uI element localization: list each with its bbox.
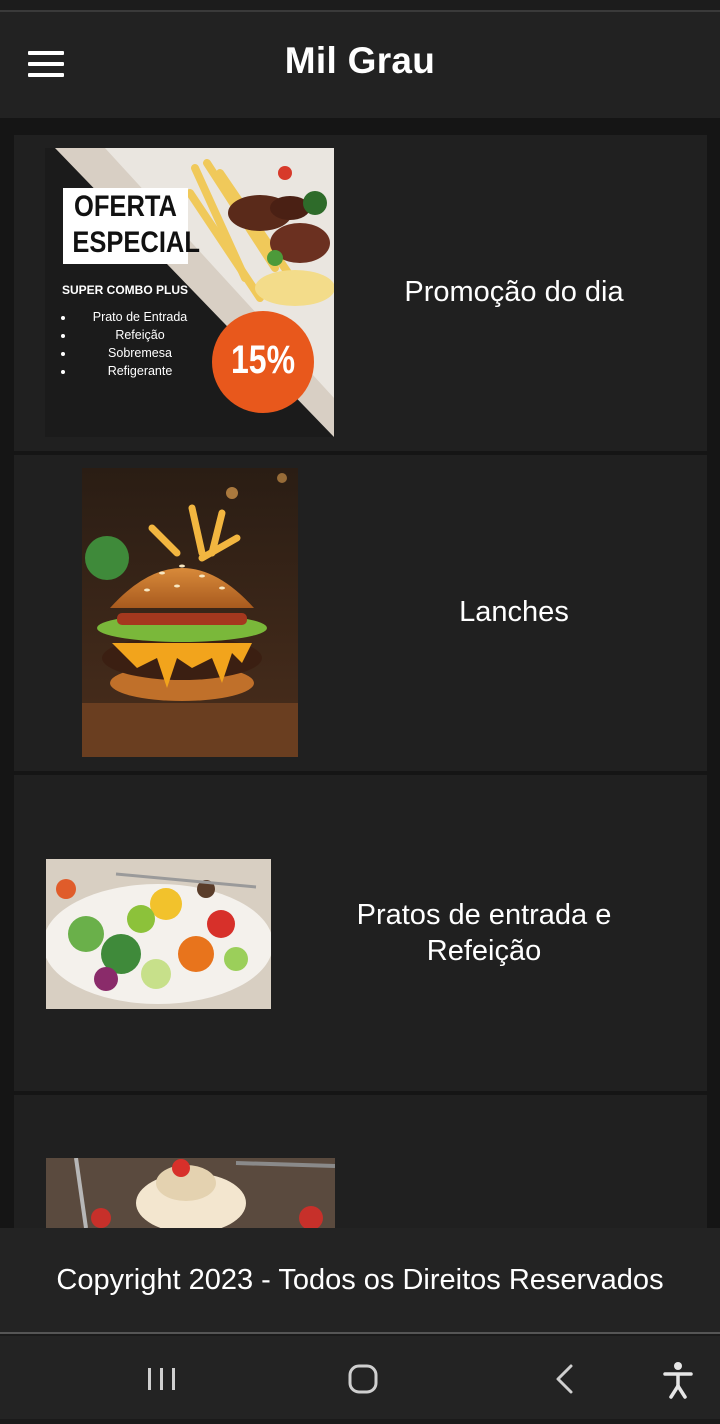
category-label: Lanches	[459, 596, 569, 628]
home-icon[interactable]	[318, 1336, 408, 1419]
status-bar	[0, 0, 720, 12]
category-label: Promoção do dia	[404, 276, 624, 308]
promo-item: Refigerante	[75, 362, 205, 380]
promo-discount: 15%	[230, 338, 296, 382]
promo-image: OFERTA ESPECIAL SUPER COMBO PLUS Prato d…	[45, 148, 334, 437]
copyright-text: Copyright 2023 - Todos os Direitos Reser…	[56, 1264, 664, 1296]
promo-subtitle: SUPER COMBO PLUS	[61, 283, 188, 297]
dessert-image	[46, 1158, 335, 1228]
promo-item: Prato de Entrada	[75, 308, 205, 326]
dessert-illustration	[46, 1158, 335, 1228]
burger-image	[82, 468, 298, 757]
salad-illustration	[46, 859, 271, 1009]
category-label: Pratos de entrada e Refeição	[356, 899, 612, 967]
footer: Copyright 2023 - Todos os Direitos Reser…	[0, 1228, 720, 1334]
category-list: OFERTA ESPECIAL SUPER COMBO PLUS Prato d…	[0, 118, 720, 1228]
promo-item-list: Prato de Entrada Refeição Sobremesa Refi…	[63, 308, 205, 380]
promo-item: Sobremesa	[75, 344, 205, 362]
app-bar: Mil Grau	[0, 12, 720, 118]
accessibility-icon[interactable]	[634, 1336, 720, 1419]
category-card-sobremesa[interactable]	[14, 1095, 707, 1228]
system-navigation-bar	[0, 1336, 720, 1419]
category-card-pratos[interactable]: Pratos de entrada e Refeição	[14, 775, 707, 1091]
category-card-promocao[interactable]: OFERTA ESPECIAL SUPER COMBO PLUS Prato d…	[14, 135, 707, 451]
app-title: Mil Grau	[284, 40, 436, 81]
back-icon[interactable]	[520, 1336, 610, 1419]
promo-heading-line2: ESPECIAL	[72, 226, 200, 259]
salad-image	[46, 859, 271, 1009]
promo-item: Refeição	[75, 326, 205, 344]
promo-heading-line1: OFERTA	[74, 190, 177, 223]
burger-illustration	[82, 468, 298, 757]
recent-apps-icon[interactable]	[116, 1336, 206, 1419]
category-card-lanches[interactable]: Lanches	[14, 455, 707, 771]
